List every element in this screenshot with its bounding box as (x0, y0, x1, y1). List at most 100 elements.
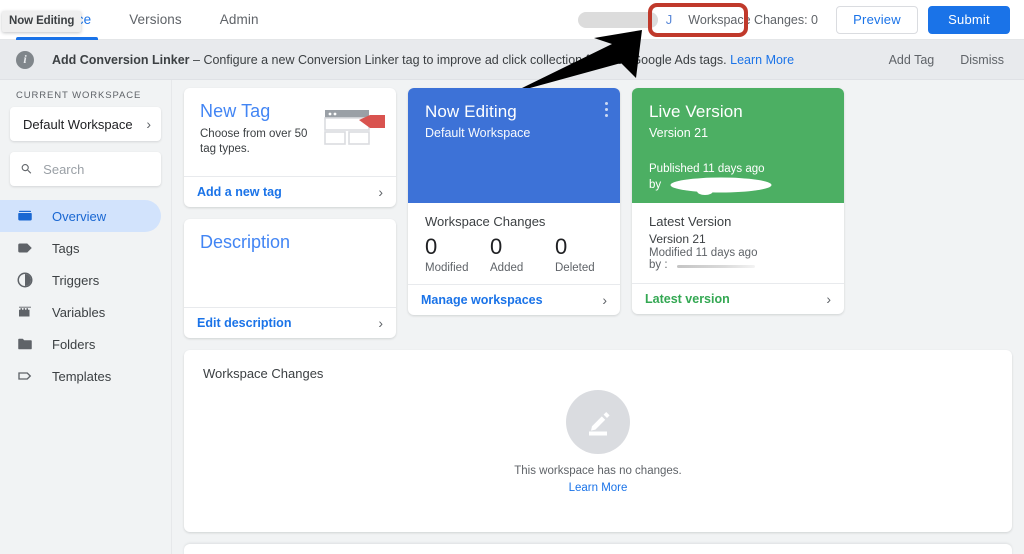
notification-dash: – (193, 52, 200, 67)
workspace-changes-panel: Workspace Changes This workspace has no … (184, 350, 1012, 532)
published-by-label: by (649, 179, 662, 191)
latest-version-label: Latest version (645, 292, 730, 306)
workspace-changes-count: Workspace Changes: 0 (688, 12, 818, 27)
sidebar-item-folders[interactable]: Folders (0, 328, 161, 360)
add-new-tag-action[interactable]: Add a new tag › (184, 176, 396, 207)
template-icon (16, 367, 36, 385)
browser-tag-illustration-icon (324, 110, 385, 145)
sidebar-item-triggers-label: Triggers (52, 272, 100, 288)
manage-workspaces-action[interactable]: Manage workspaces › (408, 284, 620, 315)
latest-version-action[interactable]: Latest version › (632, 283, 844, 314)
now-editing-subtitle: Default Workspace (425, 126, 531, 140)
top-bar-actions: J Workspace Changes: 0 Preview Submit (578, 5, 1024, 34)
body-wrapper: CURRENT WORKSPACE Default Workspace › Ov… (0, 80, 1024, 554)
notification-title: Add Conversion Linker (52, 52, 190, 67)
live-version-header: Live Version Version 21 Published 11 day… (632, 88, 844, 203)
left-card-column: New Tag Choose from over 50 tag types. A… (184, 88, 396, 338)
chevron-right-icon: › (826, 291, 831, 307)
trigger-icon (16, 271, 36, 289)
sidebar-item-overview[interactable]: Overview (0, 200, 161, 232)
manage-workspaces-label: Manage workspaces (421, 293, 543, 307)
container-id[interactable]: J (578, 9, 674, 31)
dismiss-button[interactable]: Dismiss (960, 53, 1004, 67)
live-version-column: Live Version Version 21 Published 11 day… (632, 88, 844, 338)
workspace-stats: Workspace Changes 0 Modified 0 Added 0 D… (408, 203, 620, 284)
sidebar-item-triggers[interactable]: Triggers (0, 264, 161, 296)
sidebar-caption: CURRENT WORKSPACE (16, 90, 142, 101)
sidebar-nav: Overview Tags Triggers Variables Folders… (0, 200, 171, 392)
variables-icon (16, 303, 36, 321)
notification-text: Add Conversion Linker – Configure a new … (52, 53, 794, 67)
notification-actions: Add Tag Dismiss (889, 53, 1010, 67)
new-tag-body: New Tag Choose from over 50 tag types. (184, 88, 396, 176)
next-panel-partial (184, 544, 1012, 554)
search-box[interactable] (10, 152, 161, 186)
sidebar-item-folders-label: Folders (52, 336, 96, 352)
sidebar-item-variables[interactable]: Variables (0, 296, 161, 328)
sidebar-item-tags[interactable]: Tags (0, 232, 161, 264)
gtm-overview-page: Workspace Versions Admin Now Editing J W… (0, 0, 1024, 554)
now-editing-card: Now Editing Default Workspace Workspace … (408, 88, 620, 315)
overview-icon (16, 207, 36, 225)
latest-version-number: Version 21 (649, 232, 706, 246)
info-icon: i (16, 50, 34, 69)
stat-modified-label: Modified (425, 262, 469, 274)
edit-description-label: Edit description (197, 316, 292, 330)
now-editing-column: Now Editing Default Workspace Workspace … (408, 88, 620, 338)
live-version-subtitle: Version 21 (649, 126, 709, 140)
latest-version-title: Latest Version (649, 214, 732, 229)
tab-admin[interactable]: Admin (201, 0, 278, 40)
edit-pencil-icon (566, 390, 630, 454)
stat-added-value: 0 (490, 234, 503, 259)
edit-description-action[interactable]: Edit description › (184, 307, 396, 338)
search-input[interactable] (43, 161, 151, 177)
stat-added: 0 Added (490, 233, 555, 274)
latest-version-body: Latest Version Version 21 Modified 11 da… (632, 203, 844, 283)
workspace-changes-panel-title: Workspace Changes (203, 366, 324, 381)
latest-version-by-label: by : (649, 259, 668, 271)
redaction-blob (677, 265, 755, 268)
redaction-blob (578, 11, 659, 28)
stat-deleted-label: Deleted (555, 262, 595, 274)
top-navigation-bar: Workspace Versions Admin Now Editing J W… (0, 0, 1024, 40)
preview-button-label: Preview (853, 12, 901, 27)
workspace-stats-values: 0 Modified 0 Added 0 Deleted (425, 233, 620, 274)
tag-icon (16, 239, 36, 257)
cards-row: New Tag Choose from over 50 tag types. A… (172, 88, 1024, 338)
submit-button[interactable]: Submit (928, 5, 1010, 34)
stat-modified: 0 Modified (425, 233, 490, 274)
more-options-icon[interactable] (605, 102, 608, 120)
sidebar-item-templates[interactable]: Templates (0, 360, 161, 392)
tab-versions[interactable]: Versions (110, 0, 201, 40)
sidebar-item-tags-label: Tags (52, 240, 80, 256)
preview-button[interactable]: Preview (836, 5, 918, 34)
stat-deleted: 0 Deleted (555, 233, 620, 274)
description-title: Description (200, 232, 291, 252)
chevron-right-icon: › (602, 292, 607, 308)
container-id-text: J (665, 12, 673, 27)
notification-learn-more-link[interactable]: Learn More (730, 53, 794, 67)
published-date: Published 11 days ago (649, 163, 765, 175)
add-tag-button[interactable]: Add Tag (889, 53, 935, 67)
chevron-right-icon: › (378, 315, 383, 331)
now-editing-title: Now Editing (425, 102, 517, 121)
stat-added-label: Added (490, 262, 524, 274)
live-version-title: Live Version (649, 102, 743, 121)
chevron-right-icon: › (146, 116, 151, 132)
published-by: by (649, 177, 771, 195)
tab-admin-label: Admin (219, 12, 259, 27)
stat-deleted-value: 0 (555, 234, 568, 259)
new-tag-subtitle: Choose from over 50 tag types. (200, 128, 308, 155)
now-editing-tooltip: Now Editing (2, 11, 82, 32)
main-content: New Tag Choose from over 50 tag types. A… (172, 80, 1024, 554)
latest-version-modified: Modified 11 days ago (649, 247, 758, 259)
published-info: Published 11 days ago by (649, 161, 771, 195)
add-new-tag-label: Add a new tag (197, 185, 282, 199)
workspace-selector[interactable]: Default Workspace › (10, 107, 161, 141)
notification-body: Configure a new Conversion Linker tag to… (203, 52, 727, 67)
empty-state-learn-more-link[interactable]: Learn More (184, 482, 1012, 494)
folder-icon (16, 335, 36, 353)
submit-button-label: Submit (948, 12, 990, 27)
chevron-right-icon: › (378, 184, 383, 200)
workspace-stats-title: Workspace Changes (425, 214, 546, 229)
